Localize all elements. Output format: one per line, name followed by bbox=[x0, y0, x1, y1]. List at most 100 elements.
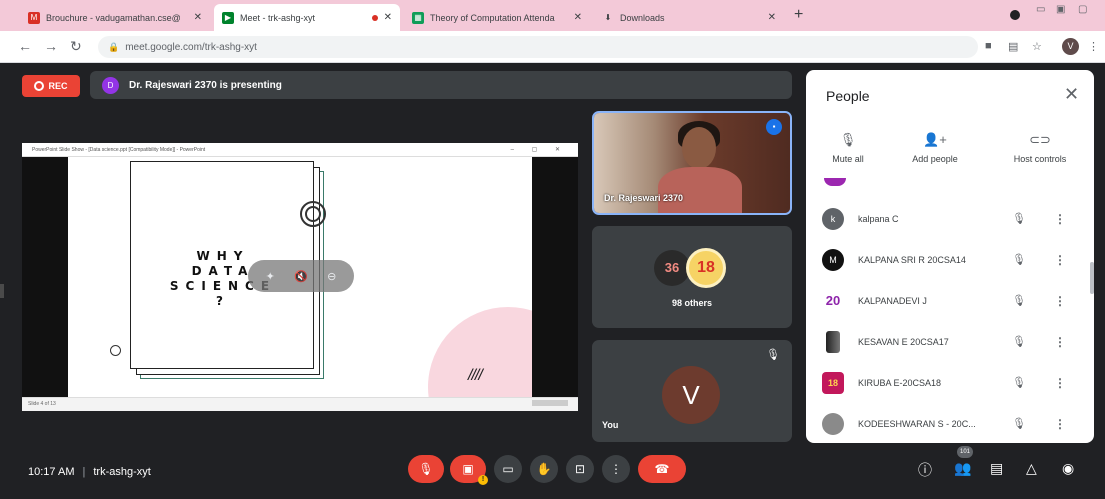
close-icon[interactable]: ✕ bbox=[1064, 84, 1079, 105]
participant-name: KIRUBA E-20CSA18 bbox=[858, 377, 942, 388]
slide-counter: Slide 4 of 13 bbox=[28, 401, 56, 407]
side-panel-handle[interactable] bbox=[0, 284, 4, 298]
tab-title: Downloads bbox=[620, 12, 665, 23]
self-video-tile[interactable]: 🎙 V You bbox=[592, 340, 792, 442]
reload-icon[interactable]: ↻ bbox=[70, 38, 82, 55]
host-controls-shield-icon[interactable]: ◉ bbox=[1062, 460, 1074, 477]
more-vert-icon: ⋮ bbox=[610, 462, 622, 476]
new-tab-button[interactable]: + bbox=[794, 6, 803, 24]
captions-button[interactable]: ▭ bbox=[494, 455, 522, 483]
more-options-icon[interactable]: ⋮ bbox=[1054, 294, 1066, 308]
more-options-icon[interactable]: ⋮ bbox=[1054, 253, 1066, 267]
others-tile[interactable]: 36 18 98 others bbox=[592, 226, 792, 328]
meeting-code: trk-ashg-xyt bbox=[93, 466, 151, 478]
others-avatar-a: 36 bbox=[654, 250, 690, 286]
mic-off-icon[interactable]: 🎙 bbox=[1012, 376, 1026, 389]
present-button[interactable]: ⊡ bbox=[566, 455, 594, 483]
camera-in-use-icon[interactable]: ■ bbox=[985, 40, 992, 52]
participant-row[interactable]: 18 KIRUBA E-20CSA18 🎙 ⋮ bbox=[806, 362, 1094, 403]
chat-icon[interactable]: ▤ bbox=[990, 460, 1003, 477]
mic-off-icon[interactable]: 🎙 bbox=[1012, 253, 1026, 266]
close-window-icon[interactable]: ▢ bbox=[1078, 4, 1087, 15]
bookmark-star-icon[interactable]: ☆ bbox=[1032, 40, 1042, 53]
participant-name: KODEESHWARAN S - 20C... bbox=[858, 418, 976, 429]
people-icon[interactable]: 👥 bbox=[954, 460, 971, 477]
slideshow-titlebar: PowerPoint Slide Show - [Data science.pp… bbox=[22, 143, 578, 157]
hand-icon: ✋ bbox=[536, 462, 552, 476]
more-options-icon[interactable]: ⋮ bbox=[1054, 376, 1066, 390]
participant-row[interactable]: KODEESHWARAN S - 20C... 🎙 ⋮ bbox=[806, 403, 1094, 443]
maximize-icon[interactable]: ▣ bbox=[1056, 4, 1065, 15]
meet-icon: ▶ bbox=[222, 11, 234, 24]
reader-mode-icon[interactable]: ▤ bbox=[1008, 40, 1018, 53]
minimize-icon[interactable]: ▭ bbox=[1036, 4, 1045, 15]
close-tab-icon[interactable]: ✕ bbox=[384, 12, 392, 23]
camera-off-icon: ▣ bbox=[462, 462, 474, 476]
presenter-video-tile[interactable]: Dr. Rajeswari 2370 ▪ bbox=[592, 111, 792, 215]
toggle-icon: ⊂⊃ bbox=[1029, 132, 1051, 147]
participant-row[interactable]: k kalpana C 🎙 ⋮ bbox=[806, 198, 1094, 239]
participant-name: kalpana C bbox=[858, 213, 899, 224]
mic-off-icon[interactable]: 🎙 bbox=[1012, 335, 1026, 348]
mic-off-icon[interactable]: 🎙 bbox=[1012, 417, 1026, 430]
mic-off-icon[interactable]: 🎙 bbox=[1012, 294, 1026, 307]
tab-title: Theory of Computation Attenda bbox=[430, 12, 555, 23]
camera-alert-badge: ! bbox=[478, 475, 488, 485]
raise-hand-button[interactable]: ✋ bbox=[530, 455, 558, 483]
participant-avatar: 18 bbox=[822, 371, 844, 394]
participant-row[interactable]: M KALPANA SRI R 20CSA14 🎙 ⋮ bbox=[806, 239, 1094, 280]
mute-presentation-icon[interactable]: 🔇 bbox=[294, 270, 308, 283]
mic-off-icon: 🎙 bbox=[418, 462, 434, 476]
participant-row[interactable]: KESAVAN E 20CSA17 🎙 ⋮ bbox=[806, 321, 1094, 362]
others-label: 98 others bbox=[671, 298, 713, 308]
host-controls-button[interactable]: ⊂⊃ Host controls bbox=[998, 132, 1082, 164]
record-icon bbox=[34, 81, 45, 91]
more-options-icon[interactable]: ⋮ bbox=[1054, 212, 1066, 226]
close-tab-icon[interactable]: ✕ bbox=[194, 12, 202, 23]
presentation-overlay-controls: ✦ 🔇 ⊖ bbox=[248, 260, 354, 292]
captions-icon: ▭ bbox=[502, 462, 514, 476]
mute-all-label: Mute all bbox=[832, 154, 864, 164]
presenting-banner: D Dr. Rajeswari 2370 is presenting bbox=[90, 71, 792, 99]
close-tab-icon[interactable]: ✕ bbox=[574, 12, 582, 23]
close-tab-icon[interactable]: ✕ bbox=[768, 12, 776, 23]
pin-icon[interactable]: ✦ bbox=[266, 270, 275, 283]
tab-sheets[interactable]: ▦ Theory of Computation Attenda ✕ bbox=[404, 4, 590, 31]
back-icon[interactable]: ← bbox=[18, 38, 32, 54]
url-input[interactable]: 🔒 meet.google.com/trk-ashg-xyt bbox=[98, 36, 978, 58]
letterbox-left bbox=[22, 157, 68, 397]
meeting-details-icon[interactable]: ⓘ bbox=[918, 460, 932, 480]
participant-name: KALPANA SRI R 20CSA14 bbox=[858, 254, 966, 265]
zoom-slider[interactable] bbox=[532, 400, 568, 406]
more-options-icon[interactable]: ⋮ bbox=[1054, 335, 1066, 349]
mic-off-icon[interactable]: 🎙 bbox=[1012, 212, 1026, 225]
tab-downloads[interactable]: ⬇ Downloads ✕ bbox=[594, 4, 784, 31]
mute-all-button[interactable]: 🎙 Mute all bbox=[822, 132, 874, 164]
browser-menu-icon[interactable]: ⋮ bbox=[1088, 40, 1099, 53]
self-label: You bbox=[602, 420, 619, 430]
more-options-icon[interactable]: ⋮ bbox=[1054, 417, 1066, 431]
forward-icon[interactable]: → bbox=[44, 38, 58, 54]
more-options-button[interactable]: ⋮ bbox=[602, 455, 630, 483]
microphone-toggle-button[interactable]: 🎙 bbox=[408, 455, 444, 483]
participant-list: k kalpana C 🎙 ⋮ M KALPANA SRI R 20CSA14 … bbox=[806, 198, 1094, 443]
participant-row[interactable]: 20 KALPANADEVI J 🎙 ⋮ bbox=[806, 280, 1094, 321]
tab-gmail[interactable]: M Brouchure - vadugamathan.cse@ ✕ bbox=[20, 4, 210, 31]
slideshow-window-controls-icon: – ▢ ✕ bbox=[510, 147, 568, 153]
mic-off-icon: 🎙 bbox=[766, 349, 780, 361]
remove-icon[interactable]: ⊖ bbox=[327, 270, 336, 283]
participant-avatar: 20 bbox=[822, 289, 844, 312]
people-panel-title: People bbox=[826, 88, 870, 104]
participant-list-scrollbar[interactable] bbox=[1090, 262, 1094, 294]
separator: | bbox=[82, 466, 86, 478]
tab-meet[interactable]: ▶ Meet - trk-ashg-xyt ✕ bbox=[214, 4, 400, 31]
presenter-name-label: Dr. Rajeswari 2370 bbox=[604, 193, 684, 203]
camera-toggle-button[interactable]: ▣ ! bbox=[450, 455, 488, 485]
activities-icon[interactable]: △ bbox=[1026, 460, 1037, 477]
self-avatar: V bbox=[662, 366, 720, 424]
hang-up-icon: ☎ bbox=[654, 462, 670, 476]
profile-avatar[interactable]: V bbox=[1062, 38, 1079, 55]
add-people-button[interactable]: 👤+ Add people bbox=[900, 132, 970, 164]
leave-call-button[interactable]: ☎ bbox=[638, 455, 686, 483]
others-avatar-b: 18 bbox=[686, 248, 726, 288]
